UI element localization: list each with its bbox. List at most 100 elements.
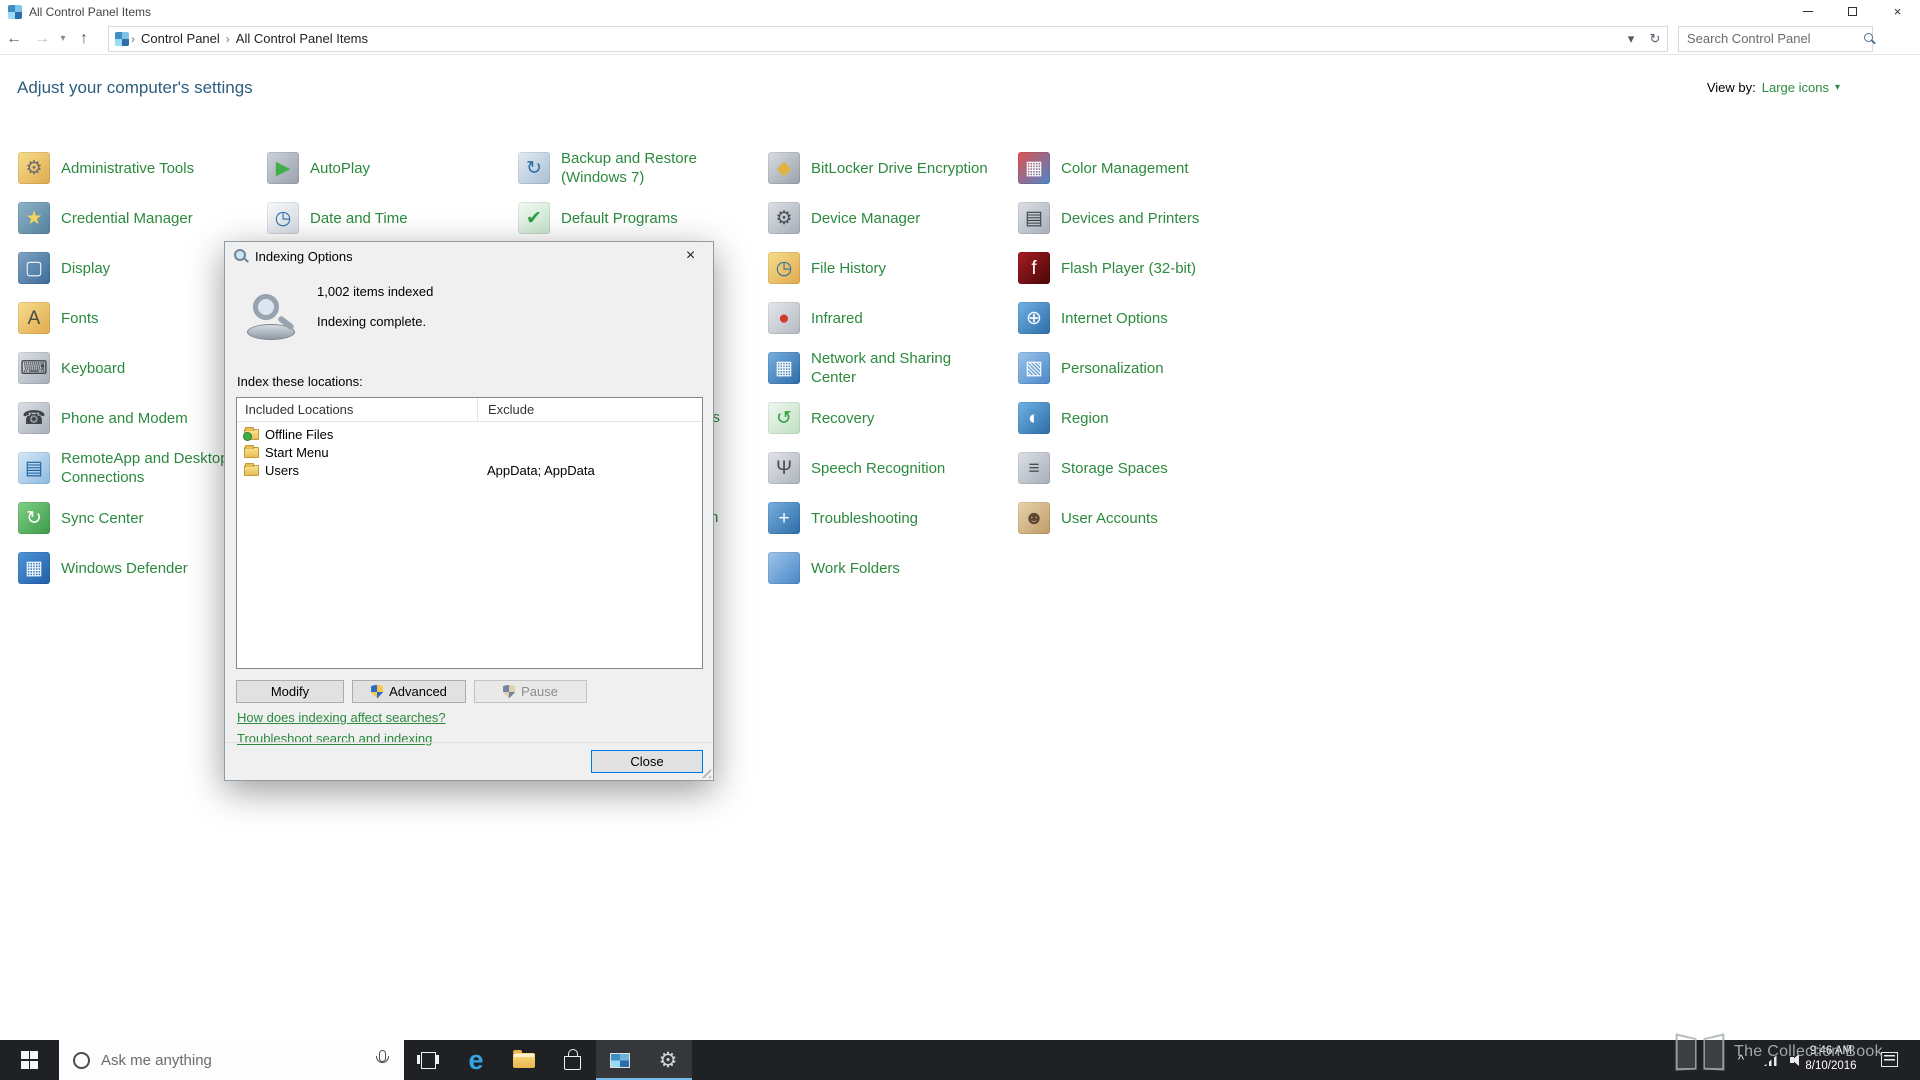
control-panel-taskbar-button[interactable] xyxy=(596,1040,644,1080)
control-panel-item-label: Fonts xyxy=(61,309,99,328)
microphone-icon[interactable] xyxy=(374,1050,390,1070)
refresh-icon[interactable]: ↻ xyxy=(1643,31,1667,47)
close-icon: × xyxy=(1894,4,1902,19)
control-panel-item-label: Recovery xyxy=(811,409,874,428)
fonts-icon: A xyxy=(18,302,50,334)
address-bar[interactable]: › Control Panel › All Control Panel Item… xyxy=(108,26,1668,52)
control-panel-item-label: Backup and Restore (Windows 7) xyxy=(561,149,747,187)
control-panel-item[interactable]: ◷ File History xyxy=(768,243,1018,293)
control-panel-item[interactable]: Ψ Speech Recognition xyxy=(768,443,1018,493)
dialog-separator xyxy=(225,742,713,743)
control-panel-item-label: Color Management xyxy=(1061,159,1189,178)
tray-chevron-up-icon[interactable]: ^ xyxy=(1738,1052,1744,1067)
control-panel-item[interactable]: ☻ User Accounts xyxy=(1018,493,1268,543)
control-panel-item[interactable]: ↺ Recovery xyxy=(768,393,1018,443)
control-panel-item[interactable]: Work Folders xyxy=(768,543,1018,593)
control-panel-item[interactable]: + Troubleshooting xyxy=(768,493,1018,543)
control-panel-item[interactable]: ▶ AutoPlay xyxy=(267,143,517,193)
control-panel-item[interactable]: ▤ Devices and Printers xyxy=(1018,193,1268,243)
indexed-locations-list-body: Offline Files Start Menu Users AppData; … xyxy=(237,422,702,479)
control-panel-item[interactable]: ▧ Personalization xyxy=(1018,343,1268,393)
troubleshooting-icon: + xyxy=(768,502,800,534)
device-manager-icon: ⚙ xyxy=(768,202,800,234)
edge-button[interactable]: e xyxy=(452,1040,500,1080)
control-panel-item[interactable]: f Flash Player (32-bit) xyxy=(1018,243,1268,293)
indexed-location-row[interactable]: Users AppData; AppData xyxy=(237,461,702,479)
storage-spaces-icon: ≡ xyxy=(1018,452,1050,484)
cortana-search-box[interactable] xyxy=(59,1040,404,1080)
indexing-options-taskbar-button[interactable]: ⚙ xyxy=(644,1040,692,1080)
personalization-icon: ▧ xyxy=(1018,352,1050,384)
taskbar-clock[interactable]: 9:46 AM 8/10/2016 xyxy=(1800,1044,1862,1074)
search-box[interactable] xyxy=(1678,26,1873,52)
view-by-caret-icon: ▾ xyxy=(1835,82,1840,93)
dialog-close-button[interactable]: Close xyxy=(591,750,703,773)
task-view-button[interactable] xyxy=(404,1040,452,1080)
control-panel-item-label: Speech Recognition xyxy=(811,459,945,478)
indexed-locations-list[interactable]: Included Locations Exclude Offline Files… xyxy=(236,397,703,669)
offline-files-folder-icon xyxy=(244,429,259,440)
crumb-separator-icon: › xyxy=(131,32,135,46)
administrative-tools-icon: ⚙ xyxy=(18,152,50,184)
cortana-search-input[interactable] xyxy=(101,1052,374,1069)
search-icon[interactable] xyxy=(1863,32,1864,46)
control-panel-item[interactable]: ⚙ Device Manager xyxy=(768,193,1018,243)
control-panel-item[interactable]: ✔ Default Programs xyxy=(518,193,768,243)
view-by-label: View by: xyxy=(1707,80,1756,95)
history-dropdown-icon[interactable]: ▾ xyxy=(56,33,70,44)
troubleshoot-link[interactable]: Troubleshoot search and indexing xyxy=(237,731,432,746)
minimize-icon xyxy=(1803,11,1813,12)
control-panel-item[interactable]: ⚙ Administrative Tools xyxy=(18,143,268,193)
forward-button[interactable]: → xyxy=(28,30,56,48)
color-management-icon: ▦ xyxy=(1018,152,1050,184)
up-button[interactable]: ↑ xyxy=(70,30,98,48)
dialog-close-icon[interactable]: × xyxy=(668,242,713,270)
crumb-separator-icon: › xyxy=(226,32,230,46)
list-header: Included Locations Exclude xyxy=(237,398,702,422)
network-and-sharing-center-icon: ▦ xyxy=(768,352,800,384)
control-panel-item[interactable]: ▦ Color Management xyxy=(1018,143,1268,193)
control-panel-item-label: Administrative Tools xyxy=(61,159,194,178)
control-panel-item[interactable]: ★ Credential Manager xyxy=(18,193,268,243)
control-panel-item[interactable]: ⊕ Internet Options xyxy=(1018,293,1268,343)
control-panel-item[interactable]: ≡ Storage Spaces xyxy=(1018,443,1268,493)
included-locations-column-header[interactable]: Included Locations xyxy=(237,398,477,421)
items-indexed-count: 1,002 items indexed xyxy=(317,284,433,299)
control-panel-item[interactable]: ◷ Date and Time xyxy=(267,193,517,243)
pause-button[interactable]: Pause xyxy=(474,680,587,703)
file-explorer-button[interactable] xyxy=(500,1040,548,1080)
address-dropdown-icon[interactable]: ▾ xyxy=(1619,31,1643,47)
display-icon: ▢ xyxy=(18,252,50,284)
search-input[interactable] xyxy=(1679,31,1863,46)
flash-player-icon: f xyxy=(1018,252,1050,284)
breadcrumb-all-control-panel-items[interactable]: All Control Panel Items xyxy=(236,31,368,46)
exclude-column-header[interactable]: Exclude xyxy=(477,398,702,421)
control-panel-item[interactable]: ● Infrared xyxy=(768,293,1018,343)
start-button[interactable] xyxy=(0,1040,59,1080)
phone-and-modem-icon: ☎ xyxy=(18,402,50,434)
close-button[interactable]: × xyxy=(1875,0,1920,23)
store-button[interactable] xyxy=(548,1040,596,1080)
indexed-location-row[interactable]: Offline Files xyxy=(237,425,702,443)
dialog-titlebar[interactable]: Indexing Options × xyxy=(225,242,713,270)
maximize-button[interactable] xyxy=(1830,0,1875,23)
file-explorer-icon xyxy=(513,1053,535,1068)
indexing-help-link[interactable]: How does indexing affect searches? xyxy=(237,710,446,725)
control-panel-item[interactable]: ◆ BitLocker Drive Encryption xyxy=(768,143,1018,193)
keyboard-icon: ⌨ xyxy=(18,352,50,384)
minimize-button[interactable] xyxy=(1785,0,1830,23)
view-by-dropdown[interactable]: Large icons xyxy=(1762,80,1829,95)
location-name: Users xyxy=(265,463,299,478)
control-panel-item[interactable]: ▦ Network and Sharing Center xyxy=(768,343,1018,393)
back-button[interactable]: ← xyxy=(0,30,28,48)
action-center-icon[interactable] xyxy=(1881,1052,1898,1067)
control-panel-item-label: Personalization xyxy=(1061,359,1164,378)
index-locations-label: Index these locations: xyxy=(237,374,363,389)
advanced-button[interactable]: Advanced xyxy=(352,680,466,703)
control-panel-item[interactable]: ↻ Backup and Restore (Windows 7) xyxy=(518,143,768,193)
indexed-location-row[interactable]: Start Menu xyxy=(237,443,702,461)
modify-button[interactable]: Modify xyxy=(236,680,344,703)
breadcrumb-control-panel[interactable]: Control Panel xyxy=(141,31,220,46)
remoteapp-and-desktop-connections-icon: ▤ xyxy=(18,452,50,484)
control-panel-item[interactable]: ◐ Region xyxy=(1018,393,1268,443)
